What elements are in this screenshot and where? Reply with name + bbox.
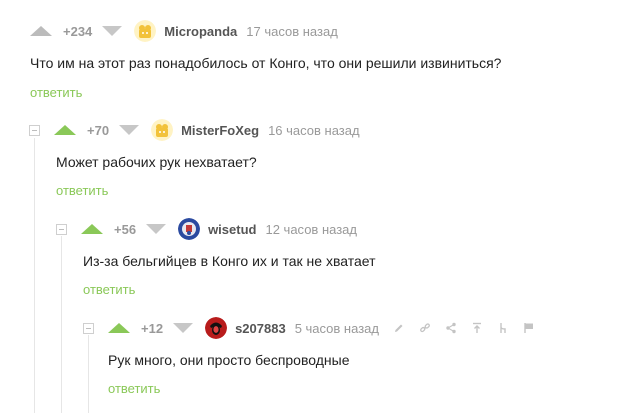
comment-text: Что им на этот раз понадобилось от Конго… bbox=[30, 55, 502, 71]
share-icon[interactable] bbox=[445, 322, 457, 334]
emblem-avatar[interactable] bbox=[178, 218, 201, 240]
comment-tools bbox=[393, 322, 549, 334]
collapse-thread-button[interactable] bbox=[83, 322, 94, 334]
collapse-thread-button[interactable] bbox=[56, 223, 67, 235]
report-flag-icon[interactable] bbox=[523, 322, 535, 334]
reply-link[interactable]: ответить bbox=[108, 381, 160, 396]
comment-text: Может рабочих рук нехватает? bbox=[56, 154, 257, 170]
comment-header: +234 Micropanda 17 часов назад bbox=[30, 19, 338, 43]
comment-time[interactable]: 16 часов назад bbox=[268, 123, 360, 138]
comment-rating: +70 bbox=[87, 122, 110, 138]
reply-link[interactable]: ответить bbox=[56, 183, 108, 198]
thread-line bbox=[61, 236, 62, 413]
panda-avatar[interactable] bbox=[134, 20, 157, 42]
portrait-avatar[interactable] bbox=[205, 317, 228, 339]
vote-up-icon[interactable] bbox=[108, 323, 130, 333]
vote-down-icon[interactable] bbox=[102, 26, 123, 36]
author-name[interactable]: s207883 bbox=[235, 321, 286, 336]
comment-rating: +12 bbox=[141, 320, 164, 336]
thread-line bbox=[34, 138, 35, 413]
reply-link[interactable]: ответить bbox=[83, 282, 135, 297]
vote-down-icon[interactable] bbox=[146, 224, 167, 234]
vote-up-icon[interactable] bbox=[30, 26, 52, 36]
comment-header: +12 s207883 5 часов назад bbox=[83, 316, 549, 340]
vote-up-icon[interactable] bbox=[81, 224, 103, 234]
thread-line bbox=[88, 335, 89, 413]
link-icon[interactable] bbox=[419, 322, 431, 334]
comment-text: Из-за бельгийцев в Конго их и так не хва… bbox=[83, 253, 376, 269]
panda-avatar[interactable] bbox=[151, 119, 174, 141]
comment-header: +70 MisterFoXeg 16 часов назад bbox=[29, 118, 360, 142]
author-name[interactable]: MisterFoXeg bbox=[181, 123, 259, 138]
author-name[interactable]: wisetud bbox=[208, 222, 256, 237]
comment-rating: +56 bbox=[114, 221, 137, 237]
vote-down-icon[interactable] bbox=[119, 125, 140, 135]
comment-text: Рук много, они просто беспроводные bbox=[108, 352, 350, 368]
collapse-thread-button[interactable] bbox=[29, 124, 40, 136]
comment-time[interactable]: 17 часов назад bbox=[246, 24, 338, 39]
comment-time[interactable]: 5 часов назад bbox=[295, 321, 379, 336]
comment-header: +56 wisetud 12 часов назад bbox=[56, 217, 357, 241]
comment-rating: +234 bbox=[63, 23, 93, 39]
edit-icon[interactable] bbox=[393, 322, 405, 334]
author-name[interactable]: Micropanda bbox=[164, 24, 237, 39]
vote-up-icon[interactable] bbox=[54, 125, 76, 135]
comment-time[interactable]: 12 часов назад bbox=[265, 222, 357, 237]
reply-link[interactable]: ответить bbox=[30, 85, 82, 100]
branch-icon[interactable] bbox=[497, 322, 509, 334]
vote-down-icon[interactable] bbox=[173, 323, 194, 333]
go-to-parent-icon[interactable] bbox=[471, 322, 483, 334]
